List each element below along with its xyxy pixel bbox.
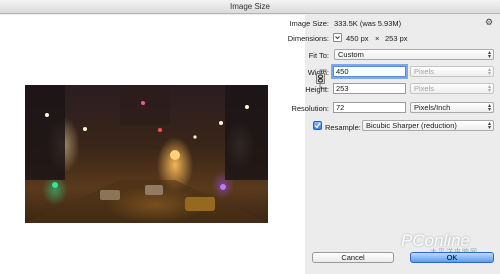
width-unit-select[interactable]: Pixels ▴ ▾ [410,66,494,77]
gear-icon: ⚙ [484,17,494,27]
resample-checkbox[interactable] [313,121,322,130]
height-input[interactable]: 253 [333,83,406,94]
image-size-label: Image Size: [289,19,329,28]
resolution-unit-value: Pixels/Inch [414,103,451,112]
height-label: Height: [305,85,329,94]
height-unit-value: Pixels [414,84,435,93]
resample-label: Resample: [325,123,361,132]
updown-arrows-icon: ▴ ▾ [487,50,491,60]
constrain-proportions-toggle[interactable] [316,73,325,84]
width-unit-value: Pixels [414,67,435,76]
resolution-label: Resolution: [291,104,329,113]
window-titlebar: Image Size [0,0,500,14]
window-title: Image Size [229,2,271,11]
updown-arrows-icon: ▴ ▾ [487,103,491,113]
fit-to-selected-value: Custom [338,50,364,59]
ok-button[interactable]: OK [410,252,494,263]
settings-gear-button[interactable]: ⚙ [484,17,494,27]
chain-link-icon [318,74,323,83]
resolution-unit-select[interactable]: Pixels/Inch ▴ ▾ [410,102,494,113]
checkmark-icon [314,122,321,129]
height-unit-select[interactable]: Pixels ▴ ▾ [410,83,494,94]
dimensions-menu-button[interactable] [333,33,342,42]
fit-to-label: Fit To: [308,51,329,60]
dimensions-label: Dimensions: [287,34,329,43]
updown-arrows-icon: ▴ ▾ [487,121,491,131]
city-night-photo [25,85,268,223]
resample-method-select[interactable]: Bicubic Sharper (reduction) ▴ ▾ [362,120,494,131]
fit-to-select[interactable]: Custom ▴ ▾ [334,49,494,60]
updown-arrows-icon: ▴ ▾ [487,84,491,94]
width-input[interactable]: 450 [333,66,406,77]
image-preview-panel[interactable] [0,15,305,274]
image-preview [25,85,268,223]
image-size-value: 333.5K (was 5.93M) [334,19,402,28]
dimensions-height-value: 253 px [385,34,408,43]
resolution-input[interactable]: 72 [333,102,406,113]
chevron-down-icon [335,36,340,40]
updown-arrows-icon: ▴ ▾ [487,67,491,77]
dimensions-separator: × [375,34,380,43]
cancel-button[interactable]: Cancel [312,252,394,263]
dimensions-width-value: 450 px [346,34,369,43]
resample-method-value: Bicubic Sharper (reduction) [366,121,457,130]
